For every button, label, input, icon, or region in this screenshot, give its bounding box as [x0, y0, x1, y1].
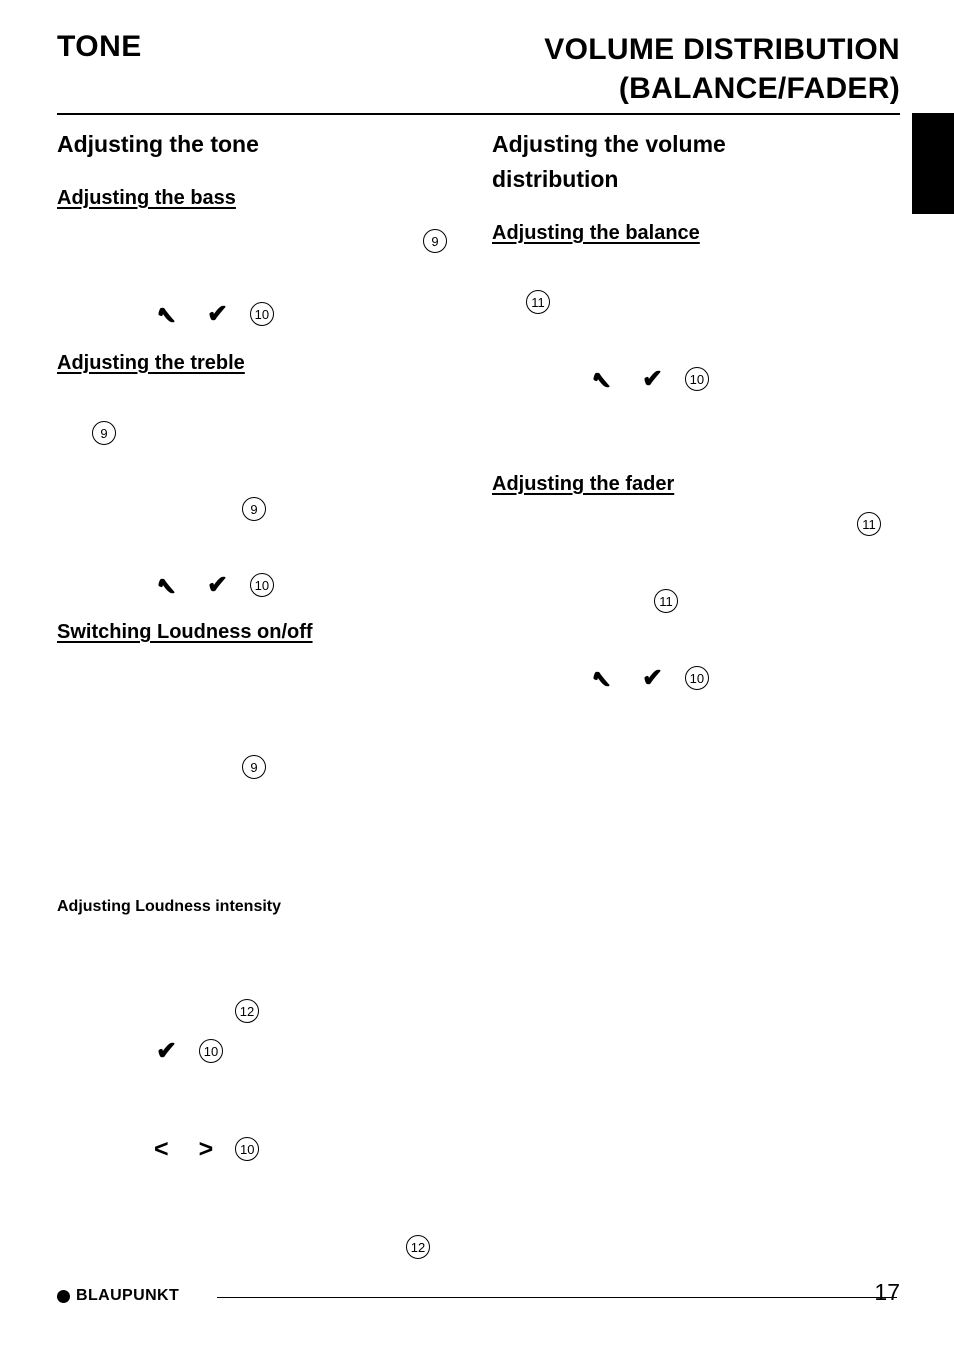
marker-11-fader-b: 11	[654, 589, 678, 613]
arrow-up-icon: ✔	[156, 571, 177, 599]
balance-arrow-controls: ✔ ✔ 10	[591, 365, 709, 393]
fader-arrow-controls: ✔ ✔ 10	[591, 664, 709, 692]
brand-name: BLAUPUNKT	[76, 1287, 180, 1304]
heading-switching-loudness: Switching Loudness on/off	[57, 621, 313, 643]
brand-dot-icon	[57, 1289, 70, 1303]
page-header: TONE VOLUME DISTRIBUTION (BALANCE/FADER)	[57, 30, 900, 108]
intensity-down-control: ✔ 10	[156, 1037, 223, 1065]
arrow-up-icon: ✔	[591, 664, 612, 692]
arrow-down-icon: ✔	[206, 571, 228, 599]
marker-9-treble-a: 9	[92, 421, 116, 445]
arrow-left-icon: <	[154, 1135, 169, 1163]
arrow-right-icon: >	[198, 1135, 214, 1163]
arrow-down-icon: ✔	[641, 664, 663, 692]
brand-logo: BLAUPUNKT	[57, 1287, 179, 1305]
heading-adjusting-the-fader: Adjusting the fader	[492, 473, 675, 495]
page-footer: BLAUPUNKT 17	[57, 1279, 900, 1317]
heading-adjusting-loudness-intensity: Adjusting Loudness intensity	[57, 898, 282, 915]
page-edge-tab	[912, 113, 954, 214]
right-section-title-line2: distribution	[492, 166, 619, 192]
marker-12-intensity-a: 12	[235, 999, 259, 1023]
page-title-right-line1: VOLUME DISTRIBUTION	[544, 33, 900, 66]
page-number: 17	[874, 1279, 900, 1305]
heading-adjusting-the-balance: Adjusting the balance	[492, 222, 700, 244]
arrow-down-icon: ✔	[641, 365, 663, 393]
intensity-left-right-control: < > 10	[154, 1135, 260, 1163]
arrow-up-icon: ✔	[591, 365, 612, 393]
marker-10-bass: 10	[249, 302, 274, 326]
right-column: Adjusting the volume distribution	[492, 127, 900, 197]
right-section-title-line1: Adjusting the volume	[492, 131, 726, 157]
marker-10-fader: 10	[684, 666, 709, 690]
left-column: Adjusting the tone	[57, 127, 465, 162]
heading-adjusting-the-treble: Adjusting the treble	[57, 352, 245, 374]
marker-9-bass: 9	[423, 229, 447, 253]
footer-divider	[217, 1297, 897, 1298]
marker-10-balance: 10	[684, 367, 709, 391]
arrow-up-icon: ✔	[156, 300, 177, 328]
heading-adjusting-the-bass: Adjusting the bass	[57, 187, 236, 209]
marker-12-intensity-b: 12	[406, 1235, 430, 1259]
marker-10-treble: 10	[249, 573, 274, 597]
marker-10-intensity-b: 10	[235, 1137, 260, 1161]
marker-10-intensity-a: 10	[198, 1039, 223, 1063]
left-section-title: Adjusting the tone	[57, 131, 259, 157]
bass-arrow-controls: ✔ ✔ 10	[156, 300, 274, 328]
header-divider	[57, 113, 900, 115]
treble-arrow-controls: ✔ ✔ 10	[156, 571, 274, 599]
page-title-right: VOLUME DISTRIBUTION (BALANCE/FADER)	[260, 30, 900, 108]
page-title-left: TONE	[57, 30, 142, 63]
marker-11-fader-a: 11	[857, 512, 881, 536]
marker-9-treble-b: 9	[242, 497, 266, 521]
document-page: TONE VOLUME DISTRIBUTION (BALANCE/FADER)…	[0, 0, 954, 1349]
arrow-down-icon: ✔	[206, 300, 228, 328]
marker-11-balance: 11	[526, 290, 550, 314]
arrow-down-icon: ✔	[156, 1037, 177, 1065]
marker-9-loudness: 9	[242, 755, 266, 779]
page-title-right-line2: (BALANCE/FADER)	[618, 72, 900, 105]
